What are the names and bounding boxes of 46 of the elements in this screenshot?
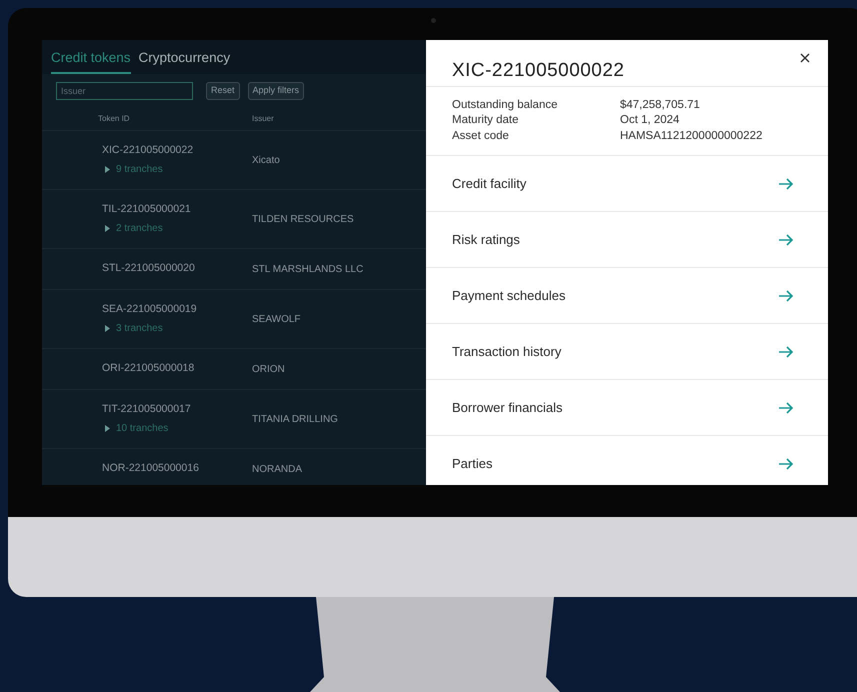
field-value: Oct 1, 2024 xyxy=(620,113,680,128)
field-label: Asset code xyxy=(452,128,510,144)
token-id: SEA-221005000019 xyxy=(102,302,198,317)
caret-icon xyxy=(105,325,110,332)
token-id: ORI-221005000018 xyxy=(102,361,196,376)
caret-icon xyxy=(105,225,110,232)
token-id: XIC-221005000022 xyxy=(102,142,194,158)
arrow-right-icon xyxy=(778,178,794,190)
panel-title: XIC-221005000022 xyxy=(452,59,624,83)
close-icon xyxy=(800,53,810,63)
section-link[interactable]: Borrower financials xyxy=(426,380,828,436)
token-id: NOR-221005000016 xyxy=(102,461,200,476)
caret-icon xyxy=(105,166,110,174)
issuer-cell-text: TITANIA DRILLING xyxy=(252,412,338,426)
column-header: Issuer xyxy=(252,112,274,124)
issuer-cell-text: Xicato xyxy=(252,154,280,168)
arrow-right-icon xyxy=(778,402,794,414)
token-id: TIT-221005000017 xyxy=(102,402,192,417)
field-label: Maturity date xyxy=(452,113,520,128)
tab[interactable]: Cryptocurrency xyxy=(138,45,230,74)
filter-button[interactable]: Apply filters xyxy=(248,82,304,100)
field-label: Outstanding balance xyxy=(452,98,558,112)
issuer-cell-text: TILDEN RESOURCES xyxy=(252,212,354,226)
token-id: TIL-221005000021 xyxy=(102,202,192,217)
filter-button[interactable]: Reset xyxy=(206,82,240,100)
section-link[interactable]: Risk ratings xyxy=(426,212,828,268)
issuer-field[interactable]: Issuer xyxy=(56,82,193,100)
close-button[interactable] xyxy=(800,53,810,63)
column-header: Token ID xyxy=(98,112,131,124)
field-value: HAMSA1121200000000222 xyxy=(620,128,764,144)
arrow-right-icon xyxy=(778,458,794,470)
issuer-cell-text: STL MARSHLANDS LLC xyxy=(252,262,364,276)
issuer-cell-text: NORANDA xyxy=(252,462,302,476)
section-link[interactable]: Payment schedules xyxy=(426,268,828,324)
arrow-right-icon xyxy=(778,234,794,246)
issuer-cell-text: SEAWOLF xyxy=(252,312,301,326)
section-link[interactable]: Transaction history xyxy=(426,324,828,380)
issuer-cell-text: ORION xyxy=(252,362,285,376)
field-value: $47,258,705.71 xyxy=(620,98,701,112)
camera-icon xyxy=(431,18,436,23)
arrow-right-icon xyxy=(778,346,794,358)
token-id: STL-221005000020 xyxy=(102,261,196,276)
section-link[interactable]: Parties xyxy=(426,436,828,485)
section-link[interactable]: Credit facility xyxy=(426,156,828,212)
caret-icon xyxy=(105,425,110,432)
arrow-right-icon xyxy=(778,290,794,302)
